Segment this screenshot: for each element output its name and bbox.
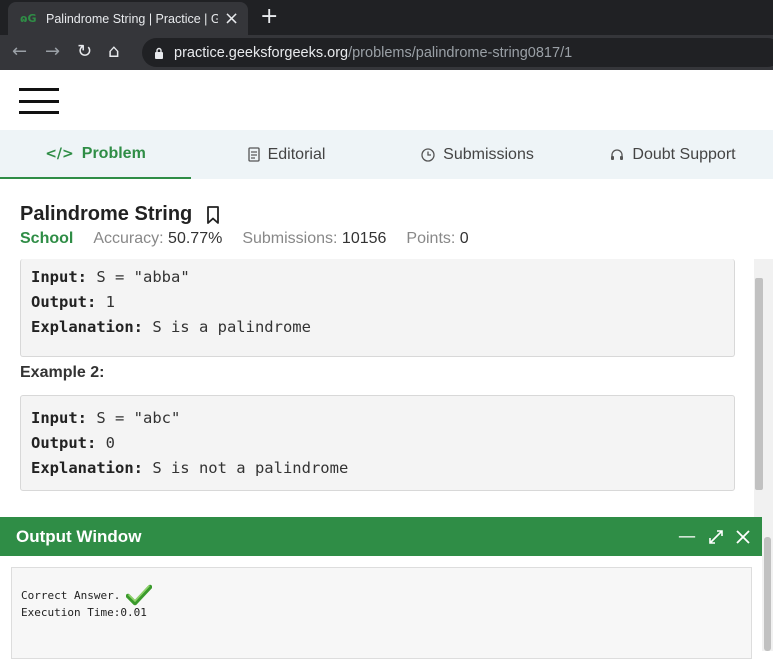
browser-toolbar: ← → ↻ ⌂ practice.geeksforgeeks.org/probl…: [0, 35, 773, 70]
example2-input-value: S = "abc": [87, 409, 181, 427]
problem-scrollbar-thumb[interactable]: [755, 278, 763, 490]
execution-time-text: Execution Time:0.01: [21, 606, 147, 619]
browser-tab[interactable]: ɷG Palindrome String | Practice | Gee ×: [8, 2, 248, 35]
headset-icon: [611, 148, 624, 160]
back-arrow-icon[interactable]: ←: [12, 41, 27, 62]
points-label: Points:: [406, 230, 456, 247]
problem-meta: School Accuracy: 50.77% Submissions: 101…: [20, 230, 469, 248]
new-tab-icon[interactable]: +: [260, 4, 278, 29]
browser-tab-title: Palindrome String | Practice | Gee: [46, 11, 218, 26]
home-icon[interactable]: ⌂: [108, 41, 119, 62]
example1-input-label: Input:: [31, 268, 87, 286]
problem-tabs: </> Problem Editorial Submissions Doubt …: [0, 130, 773, 179]
example2-output-label: Output:: [31, 434, 97, 452]
example1-explanation-label: Explanation:: [31, 318, 143, 336]
browser-tab-bar: ɷG Palindrome String | Practice | Gee × …: [0, 0, 773, 35]
example1-explanation-value: S is a palindrome: [142, 318, 311, 336]
address-bar[interactable]: practice.geeksforgeeks.org/problems/pali…: [142, 38, 773, 67]
example2-box: Input: S = "abc" Output: 0 Explanation: …: [20, 395, 735, 491]
minimize-icon[interactable]: —: [678, 526, 696, 547]
checkmark-icon: [126, 584, 153, 606]
example1-output-label: Output:: [31, 293, 97, 311]
tab-submissions[interactable]: Submissions: [382, 130, 573, 179]
close-icon[interactable]: [736, 529, 750, 544]
tab-editorial[interactable]: Editorial: [191, 130, 382, 179]
example2-input-label: Input:: [31, 409, 87, 427]
forward-arrow-icon[interactable]: →: [45, 41, 60, 62]
difficulty-badge: School: [20, 230, 74, 247]
url-host: practice.geeksforgeeks.org: [174, 44, 349, 61]
hamburger-menu-icon[interactable]: [19, 88, 59, 114]
expand-icon[interactable]: [708, 529, 724, 545]
tab-doubt-support[interactable]: Doubt Support: [573, 130, 773, 179]
example2-output-value: 0: [96, 434, 115, 452]
result-text: Correct Answer.: [21, 588, 121, 602]
document-icon: [247, 147, 260, 162]
gfg-favicon-icon: ɷG: [20, 12, 37, 25]
tab-problem-label: Problem: [81, 144, 146, 162]
points-value: 0: [459, 230, 469, 247]
output-window-body: Correct Answer. Execution Time:0.01: [0, 556, 762, 659]
tab-submissions-label: Submissions: [443, 145, 534, 163]
problem-content: Palindrome String School Accuracy: 50.77…: [0, 179, 752, 517]
example1-input-value: S = "abba": [87, 268, 190, 286]
page-header: [0, 70, 773, 130]
output-console: Correct Answer. Execution Time:0.01: [11, 567, 752, 659]
code-icon: </>: [45, 145, 74, 162]
problem-title: Palindrome String: [20, 203, 193, 225]
example1-output-value: 1: [96, 293, 115, 311]
submissions-label: Submissions:: [242, 230, 338, 247]
tab-problem[interactable]: </> Problem: [0, 130, 191, 179]
lock-icon: [155, 47, 163, 59]
reload-icon[interactable]: ↻: [77, 41, 92, 62]
submissions-value: 10156: [341, 230, 387, 247]
problem-title-row: Palindrome String: [20, 203, 220, 226]
clock-icon: [421, 147, 435, 162]
example2-explanation-label: Explanation:: [31, 459, 143, 477]
output-scrollbar[interactable]: [762, 517, 773, 651]
bookmark-icon[interactable]: [206, 205, 220, 224]
accuracy-value: 50.77%: [168, 230, 223, 247]
example2-heading: Example 2:: [20, 364, 105, 381]
example1-box: Input: S = "abba" Output: 1 Explanation:…: [20, 259, 735, 357]
accuracy-label: Accuracy:: [93, 230, 164, 247]
tab-doubt-support-label: Doubt Support: [632, 145, 736, 163]
close-tab-icon[interactable]: ×: [224, 8, 239, 29]
output-window-header: Output Window —: [0, 517, 762, 556]
tab-editorial-label: Editorial: [267, 145, 326, 163]
example2-explanation-value: S is not a palindrome: [142, 459, 349, 477]
output-window-title: Output Window: [16, 526, 142, 546]
output-scrollbar-thumb[interactable]: [764, 537, 771, 651]
url-path: /problems/palindrome-string0817/1: [348, 44, 573, 61]
